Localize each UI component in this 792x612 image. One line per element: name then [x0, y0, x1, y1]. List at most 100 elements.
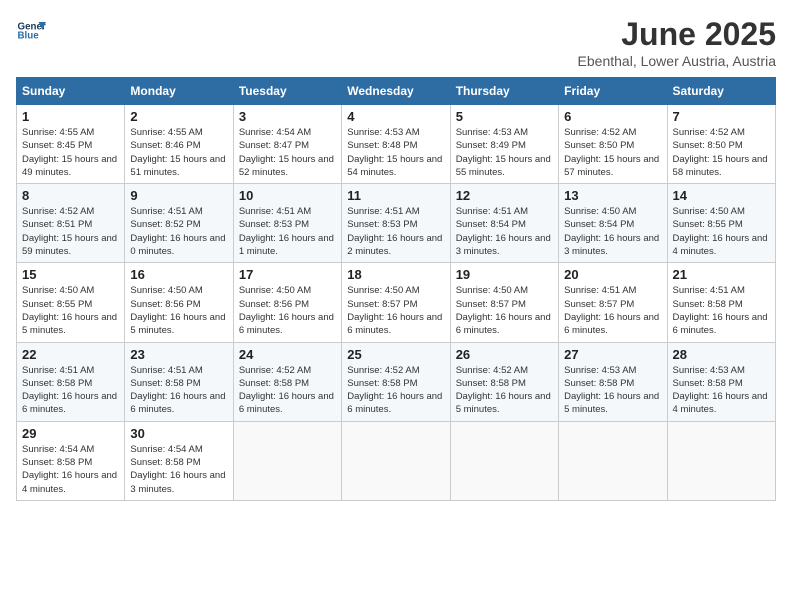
day-number: 20	[564, 267, 661, 282]
calendar-cell: 13 Sunrise: 4:50 AMSunset: 8:54 PMDayligh…	[559, 184, 667, 263]
calendar-cell: 14Sunrise: 4:50 AMSunset: 8:55 PMDayligh…	[667, 184, 775, 263]
day-info: Sunrise: 4:50 AMSunset: 8:54 PMDaylight:…	[564, 205, 661, 258]
day-info: Sunrise: 4:54 AMSunset: 8:58 PMDaylight:…	[22, 443, 119, 496]
day-number: 16	[130, 267, 227, 282]
calendar-cell	[667, 421, 775, 500]
calendar-cell: 5Sunrise: 4:53 AMSunset: 8:49 PMDaylight…	[450, 105, 558, 184]
day-info: Sunrise: 4:52 AMSunset: 8:58 PMDaylight:…	[456, 364, 553, 417]
day-number: 7	[673, 109, 770, 124]
day-number: 12	[456, 188, 553, 203]
day-info: Sunrise: 4:54 AMSunset: 8:47 PMDaylight:…	[239, 126, 336, 179]
calendar-week-row: 1 Sunrise: 4:55 AMSunset: 8:45 PMDaylight…	[17, 105, 776, 184]
calendar-cell	[342, 421, 450, 500]
logo: General Blue	[16, 16, 46, 46]
day-info: Sunrise: 4:50 AMSunset: 8:57 PMDaylight:…	[456, 284, 553, 337]
calendar-cell: 16Sunrise: 4:50 AMSunset: 8:56 PMDayligh…	[125, 263, 233, 342]
calendar-cell: 6 Sunrise: 4:52 AMSunset: 8:50 PMDaylight…	[559, 105, 667, 184]
weekday-header: Sunday	[17, 78, 125, 105]
day-info: Sunrise: 4:55 AMSunset: 8:46 PMDaylight:…	[130, 126, 227, 179]
day-info: Sunrise: 4:50 AMSunset: 8:55 PMDaylight:…	[673, 205, 770, 258]
month-title: June 2025	[578, 16, 776, 53]
day-info: Sunrise: 4:51 AMSunset: 8:52 PMDaylight:…	[130, 205, 227, 258]
day-info: Sunrise: 4:50 AMSunset: 8:56 PMDaylight:…	[239, 284, 336, 337]
location-title: Ebenthal, Lower Austria, Austria	[578, 53, 776, 69]
day-info: Sunrise: 4:52 AMSunset: 8:58 PMDaylight:…	[347, 364, 444, 417]
calendar-cell: 24 Sunrise: 4:52 AMSunset: 8:58 PMDayligh…	[233, 342, 341, 421]
day-number: 8	[22, 188, 119, 203]
day-info: Sunrise: 4:52 AMSunset: 8:58 PMDaylight:…	[239, 364, 336, 417]
day-number: 26	[456, 347, 553, 362]
calendar-cell: 9Sunrise: 4:51 AMSunset: 8:52 PMDaylight…	[125, 184, 233, 263]
calendar-cell: 8 Sunrise: 4:52 AMSunset: 8:51 PMDaylight…	[17, 184, 125, 263]
day-info: Sunrise: 4:53 AMSunset: 8:48 PMDaylight:…	[347, 126, 444, 179]
day-number: 27	[564, 347, 661, 362]
calendar-cell: 11 Sunrise: 4:51 AMSunset: 8:53 PMDayligh…	[342, 184, 450, 263]
day-number: 19	[456, 267, 553, 282]
day-number: 6	[564, 109, 661, 124]
weekday-header: Tuesday	[233, 78, 341, 105]
day-info: Sunrise: 4:51 AMSunset: 8:58 PMDaylight:…	[130, 364, 227, 417]
weekday-header: Friday	[559, 78, 667, 105]
day-info: Sunrise: 4:53 AMSunset: 8:58 PMDaylight:…	[564, 364, 661, 417]
day-number: 18	[347, 267, 444, 282]
day-number: 13	[564, 188, 661, 203]
day-number: 4	[347, 109, 444, 124]
calendar-cell: 15Sunrise: 4:50 AMSunset: 8:55 PMDayligh…	[17, 263, 125, 342]
day-info: Sunrise: 4:53 AMSunset: 8:58 PMDaylight:…	[673, 364, 770, 417]
weekday-header: Saturday	[667, 78, 775, 105]
calendar-cell: 4 Sunrise: 4:53 AMSunset: 8:48 PMDaylight…	[342, 105, 450, 184]
day-number: 25	[347, 347, 444, 362]
calendar-cell: 28 Sunrise: 4:53 AMSunset: 8:58 PMDayligh…	[667, 342, 775, 421]
calendar-week-row: 15Sunrise: 4:50 AMSunset: 8:55 PMDayligh…	[17, 263, 776, 342]
calendar-cell: 3 Sunrise: 4:54 AMSunset: 8:47 PMDaylight…	[233, 105, 341, 184]
day-number: 28	[673, 347, 770, 362]
day-info: Sunrise: 4:55 AMSunset: 8:45 PMDaylight:…	[22, 126, 119, 179]
calendar-cell: 21 Sunrise: 4:51 AMSunset: 8:58 PMDayligh…	[667, 263, 775, 342]
calendar-week-row: 8 Sunrise: 4:52 AMSunset: 8:51 PMDaylight…	[17, 184, 776, 263]
calendar-cell: 22 Sunrise: 4:51 AMSunset: 8:58 PMDayligh…	[17, 342, 125, 421]
title-area: June 2025 Ebenthal, Lower Austria, Austr…	[578, 16, 776, 69]
day-info: Sunrise: 4:54 AMSunset: 8:58 PMDaylight:…	[130, 443, 227, 496]
day-info: Sunrise: 4:52 AMSunset: 8:50 PMDaylight:…	[564, 126, 661, 179]
day-number: 24	[239, 347, 336, 362]
day-number: 1	[22, 109, 119, 124]
day-number: 2	[130, 109, 227, 124]
calendar-cell: 27 Sunrise: 4:53 AMSunset: 8:58 PMDayligh…	[559, 342, 667, 421]
day-info: Sunrise: 4:50 AMSunset: 8:57 PMDaylight:…	[347, 284, 444, 337]
calendar-cell	[450, 421, 558, 500]
day-info: Sunrise: 4:53 AMSunset: 8:49 PMDaylight:…	[456, 126, 553, 179]
calendar-cell	[559, 421, 667, 500]
calendar-cell: 25 Sunrise: 4:52 AMSunset: 8:58 PMDayligh…	[342, 342, 450, 421]
calendar-cell	[233, 421, 341, 500]
day-info: Sunrise: 4:51 AMSunset: 8:58 PMDaylight:…	[673, 284, 770, 337]
day-info: Sunrise: 4:52 AMSunset: 8:51 PMDaylight:…	[22, 205, 119, 258]
day-number: 17	[239, 267, 336, 282]
day-number: 23	[130, 347, 227, 362]
calendar-cell: 10 Sunrise: 4:51 AMSunset: 8:53 PMDayligh…	[233, 184, 341, 263]
day-number: 21	[673, 267, 770, 282]
day-number: 10	[239, 188, 336, 203]
day-number: 11	[347, 188, 444, 203]
calendar-cell: 1 Sunrise: 4:55 AMSunset: 8:45 PMDaylight…	[17, 105, 125, 184]
calendar-cell: 20Sunrise: 4:51 AMSunset: 8:57 PMDayligh…	[559, 263, 667, 342]
calendar-cell: 2 Sunrise: 4:55 AMSunset: 8:46 PMDaylight…	[125, 105, 233, 184]
calendar-header-row: SundayMondayTuesdayWednesdayThursdayFrid…	[17, 78, 776, 105]
calendar-cell: 12 Sunrise: 4:51 AMSunset: 8:54 PMDayligh…	[450, 184, 558, 263]
day-number: 3	[239, 109, 336, 124]
calendar-cell: 19 Sunrise: 4:50 AMSunset: 8:57 PMDayligh…	[450, 263, 558, 342]
day-info: Sunrise: 4:51 AMSunset: 8:54 PMDaylight:…	[456, 205, 553, 258]
day-info: Sunrise: 4:51 AMSunset: 8:58 PMDaylight:…	[22, 364, 119, 417]
calendar-week-row: 22 Sunrise: 4:51 AMSunset: 8:58 PMDayligh…	[17, 342, 776, 421]
calendar-table: SundayMondayTuesdayWednesdayThursdayFrid…	[16, 77, 776, 501]
weekday-header: Wednesday	[342, 78, 450, 105]
day-info: Sunrise: 4:51 AMSunset: 8:53 PMDaylight:…	[239, 205, 336, 258]
calendar-week-row: 29 Sunrise: 4:54 AMSunset: 8:58 PMDayligh…	[17, 421, 776, 500]
page-header: General Blue June 2025 Ebenthal, Lower A…	[16, 16, 776, 69]
day-number: 30	[130, 426, 227, 441]
calendar-cell: 30 Sunrise: 4:54 AMSunset: 8:58 PMDayligh…	[125, 421, 233, 500]
day-info: Sunrise: 4:51 AMSunset: 8:53 PMDaylight:…	[347, 205, 444, 258]
day-info: Sunrise: 4:50 AMSunset: 8:55 PMDaylight:…	[22, 284, 119, 337]
day-number: 22	[22, 347, 119, 362]
day-info: Sunrise: 4:52 AMSunset: 8:50 PMDaylight:…	[673, 126, 770, 179]
day-number: 29	[22, 426, 119, 441]
